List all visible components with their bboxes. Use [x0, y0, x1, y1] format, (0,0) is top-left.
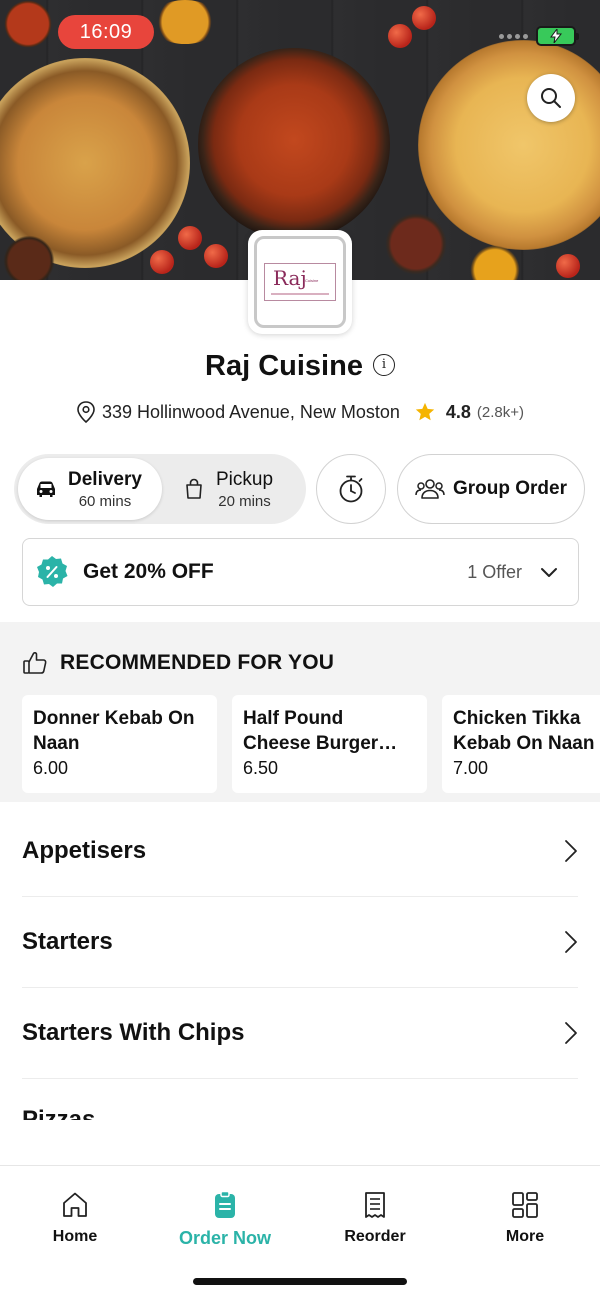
pickup-option[interactable]: Pickup 20 mins: [184, 458, 302, 520]
delivery-option[interactable]: Delivery 60 mins: [18, 458, 162, 520]
nav-reorder[interactable]: Reorder: [300, 1190, 450, 1246]
delivery-time: 60 mins: [78, 492, 132, 510]
home-icon: [63, 1192, 87, 1217]
logo-text: Raj: [273, 266, 307, 290]
tomato-image: [412, 6, 436, 30]
nav-home[interactable]: Home: [0, 1190, 150, 1246]
nav-label: More: [505, 1228, 545, 1245]
spice-bowl-image: [0, 0, 56, 48]
recommended-item[interactable]: Donner Kebab On Naan 6.00: [22, 695, 217, 793]
tomato-image: [150, 250, 174, 274]
chevron-right-icon: [565, 1022, 577, 1044]
restaurant-name: Raj Cuisine: [205, 350, 363, 382]
item-name: Donner Kebab On Naan: [33, 708, 195, 754]
tomato-image: [204, 244, 228, 268]
group-order-label: Group Order: [452, 478, 567, 499]
category-row-appetisers[interactable]: Appetisers: [22, 806, 578, 897]
home-indicator[interactable]: [193, 1278, 407, 1285]
offer-banner[interactable]: Get 20% OFF 1 Offer: [22, 538, 579, 606]
tomato-image: [178, 226, 202, 250]
order-type-toggle: Delivery 60 mins Pickup 20 mins: [14, 454, 306, 524]
rating-count: (2.8k+): [476, 403, 524, 421]
curry-bowl-image: [198, 48, 390, 240]
group-icon: [415, 479, 445, 499]
recommended-item[interactable]: Half Pound Cheese Burger Meal 6.50: [232, 695, 427, 793]
discount-badge-icon: [37, 556, 68, 587]
status-icons: [499, 26, 579, 46]
category-row-starters[interactable]: Starters: [22, 897, 578, 988]
item-name: Half Pound Cheese Burger Meal: [243, 708, 379, 754]
restaurant-address: 339 Hollinwood Avenue, New Moston: [102, 401, 400, 422]
schedule-button[interactable]: [316, 454, 386, 524]
chevron-down-icon: [541, 568, 557, 577]
spice-bowl-image: [465, 245, 525, 280]
nav-order-now[interactable]: Order Now: [150, 1190, 300, 1249]
address-row: 339 Hollinwood Avenue, New Moston 4.8 (2…: [0, 401, 600, 423]
star-icon: [415, 402, 435, 421]
search-button[interactable]: [527, 74, 575, 122]
item-price: 6.00: [33, 758, 69, 778]
grid-icon: [512, 1192, 538, 1218]
tomato-image: [388, 24, 412, 48]
delivery-label: Delivery: [68, 468, 142, 490]
battery-charging-icon: [536, 26, 579, 46]
shopping-bag-icon: [186, 478, 202, 499]
item-price: 7.00: [453, 758, 489, 778]
stopwatch-icon: [339, 475, 363, 503]
offer-count: 1 Offer: [467, 561, 522, 582]
category-label: Appetisers: [22, 837, 147, 864]
category-row-starters-with-chips[interactable]: Starters With Chips: [22, 988, 578, 1079]
nav-label: Reorder: [344, 1228, 406, 1245]
pickup-time: 20 mins: [218, 492, 271, 510]
category-label: Starters With Chips: [22, 1019, 245, 1046]
chevron-right-icon: [565, 840, 577, 862]
category-row-pizzas[interactable]: Pizzas: [22, 1108, 95, 1120]
recommended-section: RECOMMENDED FOR YOU Donner Kebab On Naan…: [0, 622, 600, 802]
category-label: Starters: [22, 928, 113, 955]
order-icon: [215, 1190, 235, 1218]
status-time: 16:09: [58, 15, 154, 49]
pizza-image: [418, 40, 600, 250]
offer-title: Get 20% OFF: [83, 560, 214, 583]
car-icon: [37, 481, 55, 497]
nav-label: Order Now: [178, 1228, 271, 1248]
location-pin-icon: [77, 401, 95, 423]
recommended-title: RECOMMENDED FOR YOU: [60, 651, 335, 674]
signal-icon: [499, 33, 528, 39]
chevron-right-icon: [565, 931, 577, 953]
receipt-icon: [365, 1192, 385, 1218]
info-icon[interactable]: i: [372, 353, 395, 376]
recommended-item[interactable]: Chicken Tikka Kebab On Naan 7.00: [442, 695, 600, 793]
spice-bowl-image: [150, 0, 220, 44]
nav-label: Home: [52, 1228, 98, 1245]
spice-bowl-image: [380, 210, 452, 278]
rating-value: 4.8: [445, 401, 471, 422]
group-order-button[interactable]: Group Order: [397, 454, 585, 524]
restaurant-logo: Raj Cuisine: [248, 230, 352, 334]
restaurant-header: Raj Cuisine i: [0, 350, 600, 383]
item-name: Chicken Tikka Kebab On Naan: [453, 708, 595, 754]
nav-more[interactable]: More: [450, 1190, 600, 1246]
tomato-image: [556, 254, 580, 278]
search-icon: [541, 88, 561, 108]
pickup-label: Pickup: [216, 468, 274, 490]
thumbs-up-icon: [23, 651, 47, 674]
logo-subtext: Cuisine: [305, 278, 319, 283]
item-price: 6.50: [243, 758, 279, 778]
